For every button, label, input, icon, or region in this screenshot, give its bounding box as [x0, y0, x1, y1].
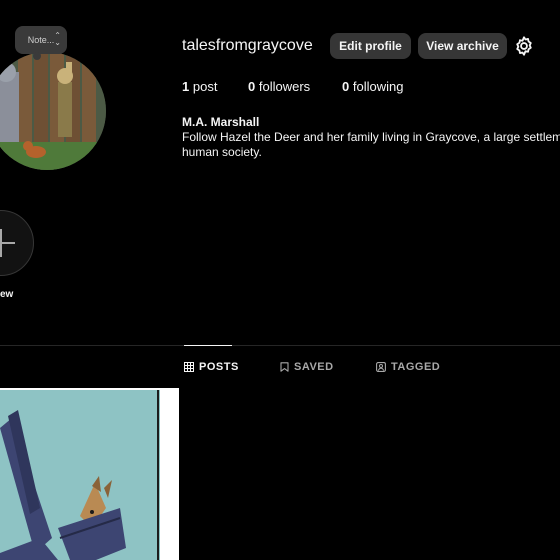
plus-icon	[0, 229, 15, 257]
profile-avatar[interactable]	[0, 52, 106, 170]
bookmark-icon	[280, 362, 289, 372]
stat-followers[interactable]: 0 followers	[248, 79, 310, 94]
tag-icon	[376, 362, 386, 372]
avatar-illustration	[0, 52, 106, 170]
profile-username: talesfromgraycove	[182, 37, 313, 54]
profile-full-name: M.A. Marshall	[182, 115, 260, 129]
tab-saved-label: SAVED	[294, 361, 334, 373]
tab-tagged[interactable]: TAGGED	[376, 361, 440, 373]
active-tab-indicator	[184, 345, 232, 346]
note-bubble-tail	[33, 52, 41, 60]
tab-tagged-label: TAGGED	[391, 361, 441, 373]
gear-icon[interactable]	[513, 35, 535, 57]
expand-icon: ⌃ ⌄	[54, 31, 61, 47]
post-illustration	[0, 388, 179, 560]
tab-saved[interactable]: SAVED	[280, 361, 334, 373]
bio-line: human society.	[182, 145, 262, 159]
view-archive-button[interactable]: View archive	[418, 33, 507, 59]
edit-profile-button[interactable]: Edit profile	[330, 33, 411, 59]
profile-page: Note... ⌃ ⌄ talesfromgraycove Edit profil…	[0, 0, 560, 560]
stat-following[interactable]: 0 following	[342, 79, 403, 94]
grid-icon	[184, 362, 194, 372]
bio-line: Follow Hazel the Deer and her family liv…	[182, 130, 560, 144]
tabs-divider	[0, 345, 560, 346]
stat-posts: 1 post	[182, 79, 218, 94]
note-bubble[interactable]: Note... ⌃ ⌄	[15, 26, 67, 60]
tab-posts-label: POSTS	[199, 361, 239, 373]
new-highlight-label: ew	[0, 289, 14, 300]
tab-posts[interactable]: POSTS	[184, 361, 239, 373]
post-thumbnail[interactable]	[0, 388, 179, 560]
profile-bio: Follow Hazel the Deer and her family liv…	[182, 130, 560, 160]
note-label: Note...	[27, 35, 55, 45]
new-highlight-button[interactable]	[0, 210, 34, 276]
